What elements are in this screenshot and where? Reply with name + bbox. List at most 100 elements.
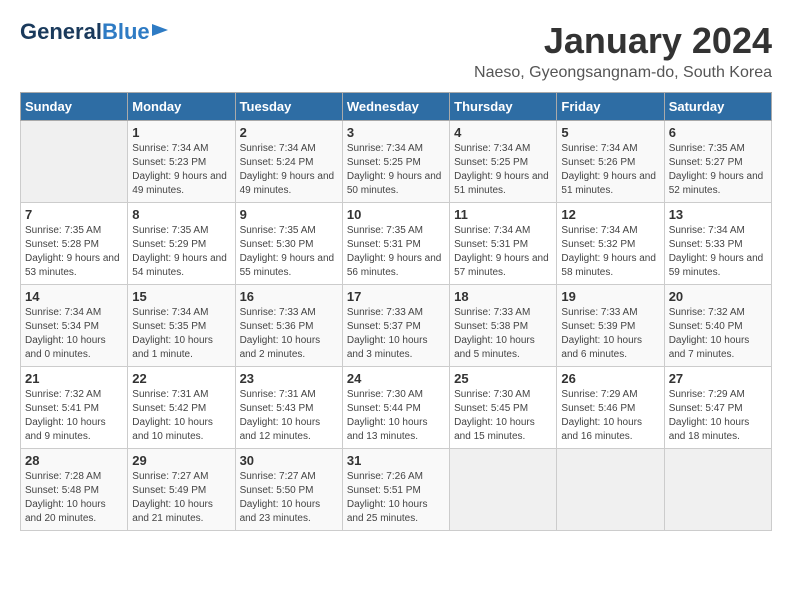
calendar-week-row: 7Sunrise: 7:35 AMSunset: 5:28 PMDaylight…: [21, 203, 772, 285]
day-info: Sunrise: 7:27 AMSunset: 5:49 PMDaylight:…: [132, 470, 230, 526]
day-info: Sunrise: 7:30 AMSunset: 5:44 PMDaylight:…: [347, 388, 445, 444]
day-number: 29: [132, 453, 230, 468]
logo-text: GeneralBlue: [20, 20, 150, 44]
calendar-week-row: 1 Sunrise: 7:34 AMSunset: 5:23 PMDaylight…: [21, 121, 772, 203]
calendar-cell: 15 Sunrise: 7:34 AMSunset: 5:35 PMDayligh…: [128, 285, 235, 367]
calendar-cell: 29 Sunrise: 7:27 AMSunset: 5:49 PMDayligh…: [128, 449, 235, 531]
day-number: 4: [454, 125, 552, 140]
day-number: 14: [25, 289, 123, 304]
title-block: January 2024 Naeso, Gyeongsangnam-do, So…: [474, 20, 772, 82]
day-number: 11: [454, 207, 552, 222]
day-number: 17: [347, 289, 445, 304]
calendar-cell: 27Sunrise: 7:29 AMSunset: 5:47 PMDayligh…: [664, 367, 771, 449]
day-number: 1: [132, 125, 230, 140]
page-header: GeneralBlue January 2024 Naeso, Gyeongsa…: [20, 20, 772, 82]
day-number: 22: [132, 371, 230, 386]
day-number: 28: [25, 453, 123, 468]
calendar-cell: [557, 449, 664, 531]
calendar-cell: [664, 449, 771, 531]
calendar-cell: 7Sunrise: 7:35 AMSunset: 5:28 PMDaylight…: [21, 203, 128, 285]
calendar-cell: 23 Sunrise: 7:31 AMSunset: 5:43 PMDayligh…: [235, 367, 342, 449]
day-info: Sunrise: 7:34 AMSunset: 5:33 PMDaylight:…: [669, 224, 767, 280]
day-number: 24: [347, 371, 445, 386]
calendar-header-row: SundayMondayTuesdayWednesdayThursdayFrid…: [21, 93, 772, 121]
day-number: 8: [132, 207, 230, 222]
day-info: Sunrise: 7:35 AMSunset: 5:30 PMDaylight:…: [240, 224, 338, 280]
calendar-cell: 16Sunrise: 7:33 AMSunset: 5:36 PMDayligh…: [235, 285, 342, 367]
calendar-cell: 4Sunrise: 7:34 AMSunset: 5:25 PMDaylight…: [450, 121, 557, 203]
header-day-thursday: Thursday: [450, 93, 557, 121]
day-info: Sunrise: 7:34 AMSunset: 5:23 PMDaylight:…: [132, 142, 230, 198]
day-number: 31: [347, 453, 445, 468]
day-info: Sunrise: 7:34 AMSunset: 5:32 PMDaylight:…: [561, 224, 659, 280]
day-info: Sunrise: 7:34 AMSunset: 5:35 PMDaylight:…: [132, 306, 230, 362]
calendar-week-row: 21 Sunrise: 7:32 AMSunset: 5:41 PMDayligh…: [21, 367, 772, 449]
calendar-cell: 19 Sunrise: 7:33 AMSunset: 5:39 PMDayligh…: [557, 285, 664, 367]
calendar-cell: 30 Sunrise: 7:27 AMSunset: 5:50 PMDayligh…: [235, 449, 342, 531]
day-info: Sunrise: 7:35 AMSunset: 5:31 PMDaylight:…: [347, 224, 445, 280]
header-day-sunday: Sunday: [21, 93, 128, 121]
calendar-cell: 11 Sunrise: 7:34 AMSunset: 5:31 PMDayligh…: [450, 203, 557, 285]
day-info: Sunrise: 7:27 AMSunset: 5:50 PMDaylight:…: [240, 470, 338, 526]
header-day-friday: Friday: [557, 93, 664, 121]
calendar-cell: 22 Sunrise: 7:31 AMSunset: 5:42 PMDayligh…: [128, 367, 235, 449]
day-number: 10: [347, 207, 445, 222]
day-info: Sunrise: 7:34 AMSunset: 5:31 PMDaylight:…: [454, 224, 552, 280]
calendar-subtitle: Naeso, Gyeongsangnam-do, South Korea: [474, 64, 772, 82]
day-info: Sunrise: 7:33 AMSunset: 5:36 PMDaylight:…: [240, 306, 338, 362]
day-number: 21: [25, 371, 123, 386]
day-info: Sunrise: 7:34 AMSunset: 5:34 PMDaylight:…: [25, 306, 123, 362]
calendar-cell: 6 Sunrise: 7:35 AMSunset: 5:27 PMDaylight…: [664, 121, 771, 203]
day-info: Sunrise: 7:28 AMSunset: 5:48 PMDaylight:…: [25, 470, 123, 526]
calendar-cell: 31 Sunrise: 7:26 AMSunset: 5:51 PMDayligh…: [342, 449, 449, 531]
day-number: 9: [240, 207, 338, 222]
calendar-cell: 25 Sunrise: 7:30 AMSunset: 5:45 PMDayligh…: [450, 367, 557, 449]
calendar-cell: 12 Sunrise: 7:34 AMSunset: 5:32 PMDayligh…: [557, 203, 664, 285]
day-number: 2: [240, 125, 338, 140]
header-day-saturday: Saturday: [664, 93, 771, 121]
day-info: Sunrise: 7:33 AMSunset: 5:39 PMDaylight:…: [561, 306, 659, 362]
day-number: 15: [132, 289, 230, 304]
calendar-cell: 26Sunrise: 7:29 AMSunset: 5:46 PMDayligh…: [557, 367, 664, 449]
day-info: Sunrise: 7:31 AMSunset: 5:42 PMDaylight:…: [132, 388, 230, 444]
day-number: 27: [669, 371, 767, 386]
day-number: 18: [454, 289, 552, 304]
day-info: Sunrise: 7:35 AMSunset: 5:29 PMDaylight:…: [132, 224, 230, 280]
day-info: Sunrise: 7:35 AMSunset: 5:27 PMDaylight:…: [669, 142, 767, 198]
day-number: 7: [25, 207, 123, 222]
calendar-cell: 18Sunrise: 7:33 AMSunset: 5:38 PMDayligh…: [450, 285, 557, 367]
day-number: 30: [240, 453, 338, 468]
calendar-cell: 28 Sunrise: 7:28 AMSunset: 5:48 PMDayligh…: [21, 449, 128, 531]
calendar-cell: 5 Sunrise: 7:34 AMSunset: 5:26 PMDaylight…: [557, 121, 664, 203]
calendar-cell: 20Sunrise: 7:32 AMSunset: 5:40 PMDayligh…: [664, 285, 771, 367]
day-number: 25: [454, 371, 552, 386]
logo: GeneralBlue: [20, 20, 172, 44]
day-number: 12: [561, 207, 659, 222]
calendar-cell: 14 Sunrise: 7:34 AMSunset: 5:34 PMDayligh…: [21, 285, 128, 367]
day-number: 13: [669, 207, 767, 222]
day-number: 20: [669, 289, 767, 304]
calendar-cell: 8 Sunrise: 7:35 AMSunset: 5:29 PMDaylight…: [128, 203, 235, 285]
calendar-cell: 2Sunrise: 7:34 AMSunset: 5:24 PMDaylight…: [235, 121, 342, 203]
day-info: Sunrise: 7:32 AMSunset: 5:41 PMDaylight:…: [25, 388, 123, 444]
calendar-cell: 24 Sunrise: 7:30 AMSunset: 5:44 PMDayligh…: [342, 367, 449, 449]
day-info: Sunrise: 7:30 AMSunset: 5:45 PMDaylight:…: [454, 388, 552, 444]
calendar-cell: 1 Sunrise: 7:34 AMSunset: 5:23 PMDaylight…: [128, 121, 235, 203]
day-info: Sunrise: 7:33 AMSunset: 5:37 PMDaylight:…: [347, 306, 445, 362]
day-info: Sunrise: 7:26 AMSunset: 5:51 PMDaylight:…: [347, 470, 445, 526]
calendar-cell: [21, 121, 128, 203]
day-info: Sunrise: 7:34 AMSunset: 5:25 PMDaylight:…: [347, 142, 445, 198]
day-info: Sunrise: 7:29 AMSunset: 5:46 PMDaylight:…: [561, 388, 659, 444]
calendar-cell: 21 Sunrise: 7:32 AMSunset: 5:41 PMDayligh…: [21, 367, 128, 449]
day-number: 6: [669, 125, 767, 140]
calendar-cell: [450, 449, 557, 531]
header-day-monday: Monday: [128, 93, 235, 121]
calendar-cell: 10 Sunrise: 7:35 AMSunset: 5:31 PMDayligh…: [342, 203, 449, 285]
day-number: 19: [561, 289, 659, 304]
header-day-tuesday: Tuesday: [235, 93, 342, 121]
calendar-week-row: 28 Sunrise: 7:28 AMSunset: 5:48 PMDayligh…: [21, 449, 772, 531]
day-info: Sunrise: 7:31 AMSunset: 5:43 PMDaylight:…: [240, 388, 338, 444]
day-info: Sunrise: 7:34 AMSunset: 5:26 PMDaylight:…: [561, 142, 659, 198]
day-number: 5: [561, 125, 659, 140]
day-number: 23: [240, 371, 338, 386]
